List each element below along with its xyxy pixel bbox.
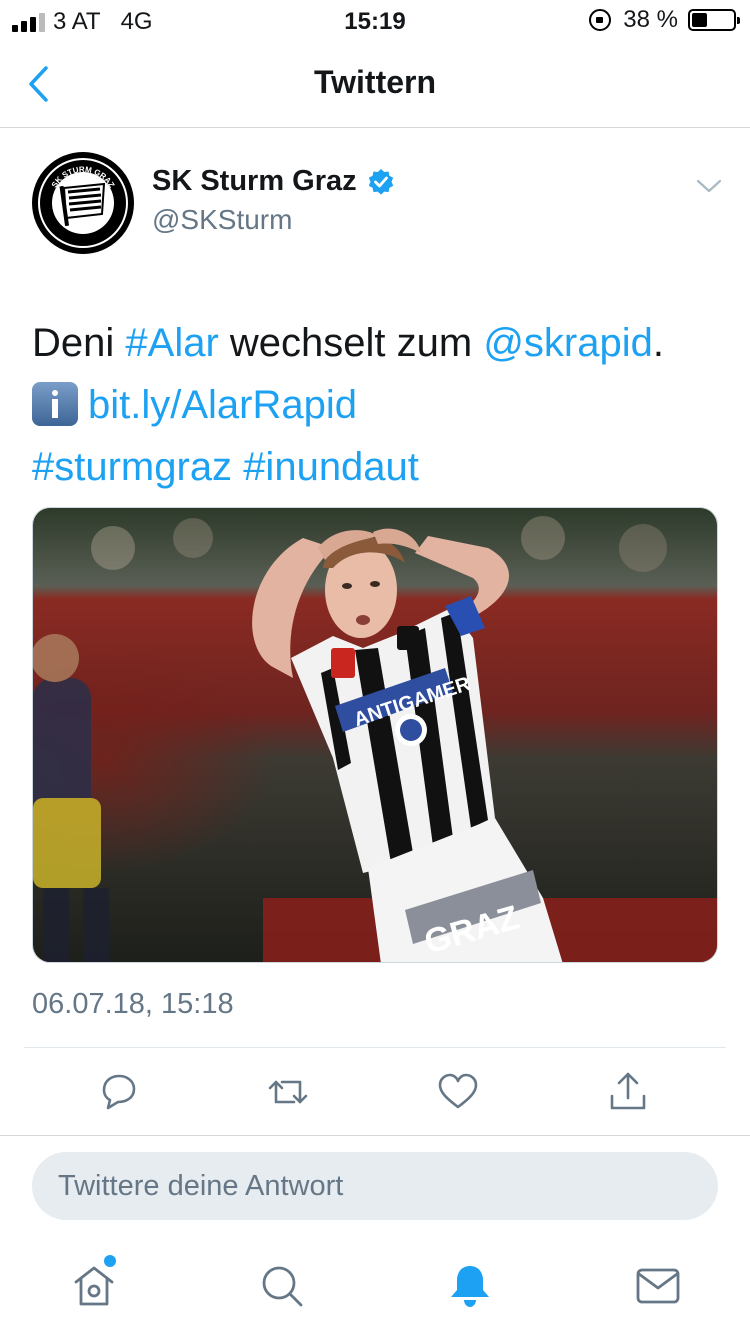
author-handle[interactable]: @SKSturm — [152, 204, 292, 236]
notifications-icon — [451, 1266, 489, 1307]
page-title: Twittern — [313, 64, 437, 100]
tab-search[interactable] — [258, 1262, 306, 1310]
avatar[interactable]: SK STURM GRAZ SEIT 1909 — [32, 152, 134, 254]
status-right: 38 % — [589, 6, 740, 34]
tweet-line-2: bit.ly/AlarRapid — [32, 374, 722, 436]
like-button[interactable] — [436, 1070, 480, 1114]
retweet-button[interactable] — [266, 1070, 310, 1114]
home-icon — [74, 1266, 114, 1306]
new-content-dot — [104, 1255, 116, 1267]
tweet-line-3: #sturmgraz #inundaut — [32, 436, 722, 498]
reply-button[interactable] — [96, 1070, 140, 1114]
tweet-actions — [0, 1070, 750, 1114]
battery-percent: 38 % — [623, 6, 678, 33]
retweet-icon — [268, 1080, 308, 1104]
tweet-timestamp: 06.07.18, 15:18 — [32, 988, 234, 1020]
tab-home[interactable] — [70, 1262, 118, 1310]
reply-input[interactable]: Twittere deine Antwort — [32, 1152, 718, 1220]
divider — [24, 1047, 726, 1048]
share-icon — [610, 1072, 646, 1110]
tweet-media-photo[interactable]: ANTIGAMER GRAZ — [32, 507, 718, 963]
messages-icon — [636, 1268, 680, 1304]
chevron-down-icon — [696, 179, 722, 193]
url-link[interactable]: bit.ly/AlarRapid — [88, 383, 357, 427]
verified-badge-icon — [368, 168, 393, 195]
battery-icon — [688, 9, 740, 31]
like-icon — [438, 1073, 478, 1109]
info-emoji-icon — [32, 382, 78, 426]
battery-fill — [692, 13, 708, 27]
nav-bar: Twittern — [0, 40, 750, 128]
tweet-text: Deni #Alar wechselt zum @skrapid. bit.ly… — [32, 312, 722, 498]
share-button[interactable] — [606, 1070, 650, 1114]
reply-icon — [102, 1074, 136, 1110]
tweet-menu-button[interactable] — [696, 176, 722, 196]
reply-placeholder: Twittere deine Antwort — [58, 1170, 344, 1202]
status-bar: 3 AT 4G 15:19 38 % — [0, 0, 750, 40]
player-photo: ANTIGAMER GRAZ — [33, 508, 717, 962]
orientation-lock-icon — [589, 9, 612, 31]
search-icon — [262, 1266, 303, 1307]
tweet-line-1: Deni #Alar wechselt zum @skrapid. — [32, 312, 722, 374]
tweet-text-part: Deni — [32, 321, 126, 365]
tweet-text-part: . — [652, 321, 664, 365]
hashtag-link[interactable]: #sturmgraz — [32, 445, 232, 489]
club-crest-icon: SK STURM GRAZ SEIT 1909 — [34, 154, 132, 252]
tweet-text-part: wechselt zum — [218, 321, 484, 365]
mention-link[interactable]: @skrapid — [483, 321, 653, 365]
tab-notifications[interactable] — [446, 1262, 494, 1310]
divider — [0, 1135, 750, 1136]
author-name[interactable]: SK Sturm Graz — [152, 165, 395, 198]
tab-messages[interactable] — [634, 1262, 682, 1310]
hashtag-link[interactable]: #inundaut — [243, 445, 419, 489]
hashtag-link[interactable]: #Alar — [125, 321, 218, 365]
author-name-text: SK Sturm Graz — [152, 165, 357, 197]
